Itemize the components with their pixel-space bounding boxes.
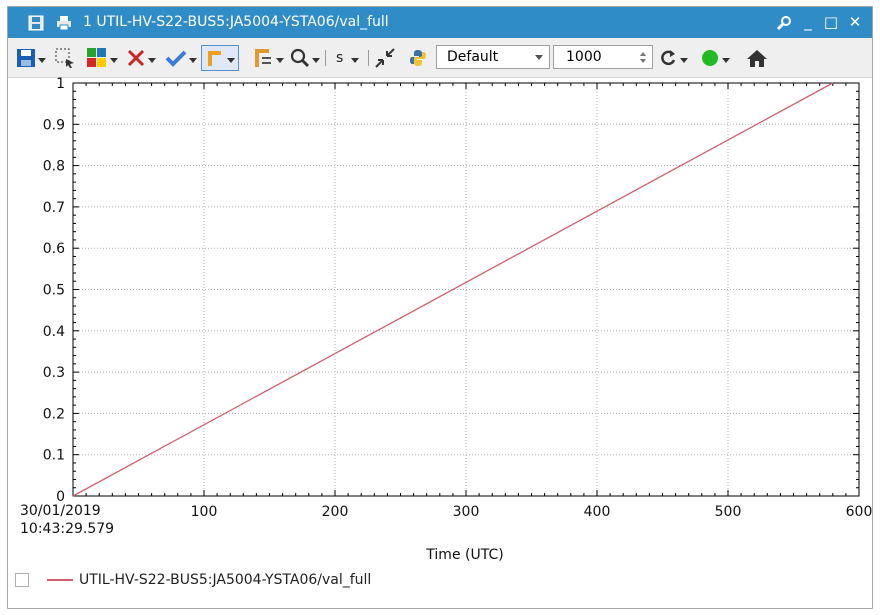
- y-tick-label: 0.1: [43, 448, 65, 464]
- y-tick-label: 0.8: [43, 159, 65, 175]
- x-axis-label: Time (UTC): [425, 547, 503, 563]
- y-tick-label: 1: [56, 76, 65, 92]
- x-tick-label: 200: [322, 504, 349, 520]
- x-tick-label: 500: [715, 504, 742, 520]
- x-tick-label: 400: [584, 504, 611, 520]
- x-origin-time-label: 10:43:29.579: [20, 521, 114, 537]
- plot-area[interactable]: 100 200 300 400 500 60000.10.20.30.40.50.60.7…: [0, 0, 880, 615]
- legend-label: UTIL-HV-S22-BUS5:JA5004-YSTA06/val_full: [79, 572, 372, 588]
- legend-checkbox[interactable]: [15, 573, 29, 587]
- y-tick-label: 0.9: [43, 117, 65, 133]
- y-tick-label: 0.6: [43, 241, 65, 257]
- legend-swatch: [47, 579, 73, 581]
- x-tick-label: 300: [453, 504, 480, 520]
- y-tick-label: 0.4: [43, 324, 65, 340]
- y-tick-label: 0.2: [43, 406, 65, 422]
- y-tick-label: 0.7: [43, 200, 65, 216]
- legend: UTIL-HV-S22-BUS5:JA5004-YSTA06/val_full: [15, 570, 371, 590]
- x-tick-label: 600: [846, 504, 873, 520]
- x-origin-date-label: 30/01/2019: [20, 503, 101, 519]
- x-tick-label: 100: [191, 504, 218, 520]
- y-tick-label: 0.5: [43, 283, 65, 299]
- y-tick-label: 0.3: [43, 365, 65, 381]
